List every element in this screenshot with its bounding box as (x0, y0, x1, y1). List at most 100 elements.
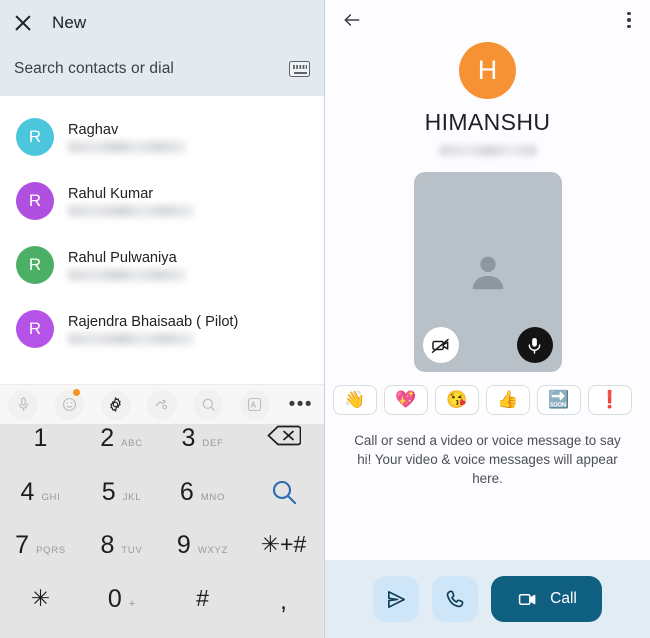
search-input[interactable]: Search contacts or dial (14, 60, 174, 78)
avatar: H (459, 42, 516, 99)
key-sublabel: JKL (122, 491, 142, 503)
contact-row[interactable]: R Rajendra Bhaisaab ( Pilot) (0, 297, 324, 361)
key-sublabel: WXYZ (197, 545, 229, 556)
video-preview[interactable] (413, 172, 562, 372)
call-button[interactable]: Call (491, 576, 602, 622)
phone-icon[interactable] (432, 576, 479, 622)
key-comma[interactable]: , (243, 585, 324, 638)
contact-number-redacted (438, 145, 537, 156)
kiss-face-emoji[interactable]: 😘 (435, 385, 479, 415)
video-off-icon[interactable] (422, 327, 459, 363)
contact-number-redacted (68, 268, 186, 281)
close-icon[interactable] (12, 12, 34, 34)
emoji-glyph: ❗ (599, 390, 621, 409)
avatar-initial: R (28, 191, 42, 210)
search-row[interactable]: Search contacts or dial (0, 46, 324, 92)
key-6[interactable]: 6 MNO (162, 478, 243, 532)
microphone-icon[interactable] (516, 327, 553, 363)
translate-icon-circle (239, 389, 270, 420)
key-1[interactable]: 1 (0, 424, 81, 478)
emoji-glyph: 👍 (497, 390, 519, 409)
key-label: 2 (100, 424, 115, 452)
emoji-reactions-row: 👋 💖 😘 👍 🔜 ❗ (325, 385, 650, 415)
dialpad-keyboard-icon[interactable] (289, 61, 310, 77)
contact-name: Rajendra Bhaisaab ( Pilot) (68, 313, 239, 330)
key-symbol-11[interactable]: ✳+# (243, 531, 324, 585)
soon-arrow-emoji[interactable]: 🔜 (537, 385, 581, 415)
key-sublabel: DEF (202, 438, 224, 449)
new-call-panel: New Search contacts or dial R Raghav R Rahu… (0, 0, 325, 638)
key-sublabel: + (128, 597, 136, 610)
key-4[interactable]: 4 GHI (0, 478, 81, 532)
key-9[interactable]: 9 WXYZ (162, 531, 243, 585)
key-label: 5 (101, 477, 116, 506)
exclamation-emoji[interactable]: ❗ (588, 385, 632, 415)
emoji-icon-circle (54, 389, 85, 420)
microphone-icon-circle (8, 389, 39, 420)
contact-text: Raghav (68, 122, 186, 153)
waving-hand-emoji[interactable]: 👋 (333, 385, 377, 415)
call-button-label: Call (550, 590, 577, 607)
key-label: ✳ (30, 584, 51, 611)
contact-name: Rahul Pulwaniya (68, 249, 177, 266)
key-5[interactable]: 5 JKL (81, 478, 162, 532)
page-title: New (52, 13, 87, 32)
growing-heart-emoji[interactable]: 💖 (384, 385, 428, 415)
keyboard-toolbar: ••• (0, 384, 324, 424)
key-label: ✳+# (260, 531, 307, 557)
key-0[interactable]: 0 + (81, 585, 162, 638)
contact-number-redacted (68, 332, 194, 345)
avatar-initial: R (28, 127, 42, 146)
emoji-glyph: 💖 (395, 390, 417, 409)
back-arrow-icon[interactable] (341, 10, 363, 30)
send-icon[interactable] (373, 576, 420, 622)
translate-icon[interactable] (231, 385, 277, 425)
key-label: 9 (176, 531, 191, 559)
key-sublabel: PQRS (36, 545, 66, 556)
contact-row[interactable]: R Rahul Kumar (0, 169, 324, 233)
dialpad-search-key[interactable] (243, 478, 324, 532)
contact-profile: H HIMANSHU (325, 40, 650, 156)
emoji-glyph: 👋 (344, 390, 366, 409)
person-placeholder-icon (465, 249, 511, 295)
right-panel-header (325, 0, 650, 40)
microphone-icon[interactable] (0, 385, 46, 425)
key-3[interactable]: 3 DEF (162, 424, 243, 478)
key-2[interactable]: 2 ABC (81, 424, 162, 478)
backspace-key[interactable] (243, 424, 324, 478)
key-label: 0 (107, 584, 122, 613)
contact-name: Rahul Kumar (68, 185, 154, 202)
more-options-icon[interactable]: ••• (278, 385, 324, 425)
key-sublabel: MNO (200, 491, 226, 503)
action-bar: Call (325, 560, 650, 638)
contacts-list: R Raghav R Rahul Kumar R Rahul Pulwaniya R Raje… (0, 96, 324, 384)
avatar: R (16, 246, 54, 284)
key-label: 6 (179, 477, 194, 506)
contact-text: Rahul Kumar (68, 186, 194, 217)
key-label: 1 (33, 424, 48, 452)
search-icon-circle (193, 389, 224, 420)
gear-icon[interactable] (93, 385, 139, 425)
avatar: R (16, 182, 54, 220)
emoji-icon[interactable] (46, 385, 92, 425)
key-symbol-12[interactable]: ✳ (0, 585, 81, 638)
contact-name: Raghav (68, 121, 119, 138)
key-8[interactable]: 8 TUV (81, 531, 162, 585)
contact-text: Rahul Pulwaniya (68, 250, 186, 281)
more-options-glyph: ••• (288, 393, 314, 415)
backspace-icon (266, 424, 301, 447)
key-7[interactable]: 7 PQRS (0, 531, 81, 585)
sticker-icon[interactable] (139, 385, 185, 425)
key-sublabel: TUV (121, 545, 143, 556)
contact-row[interactable]: R Rahul Pulwaniya (0, 233, 324, 297)
more-options-icon[interactable] (622, 8, 636, 33)
contact-row[interactable]: R Raghav (0, 105, 324, 169)
search-icon[interactable] (185, 385, 231, 425)
key-symbol-14[interactable]: # (162, 585, 243, 638)
avatar-initial: R (28, 319, 42, 338)
notification-badge (72, 388, 80, 396)
key-label: # (196, 584, 209, 611)
thumbs-up-emoji[interactable]: 👍 (486, 385, 530, 415)
emoji-glyph: 🔜 (548, 390, 570, 409)
